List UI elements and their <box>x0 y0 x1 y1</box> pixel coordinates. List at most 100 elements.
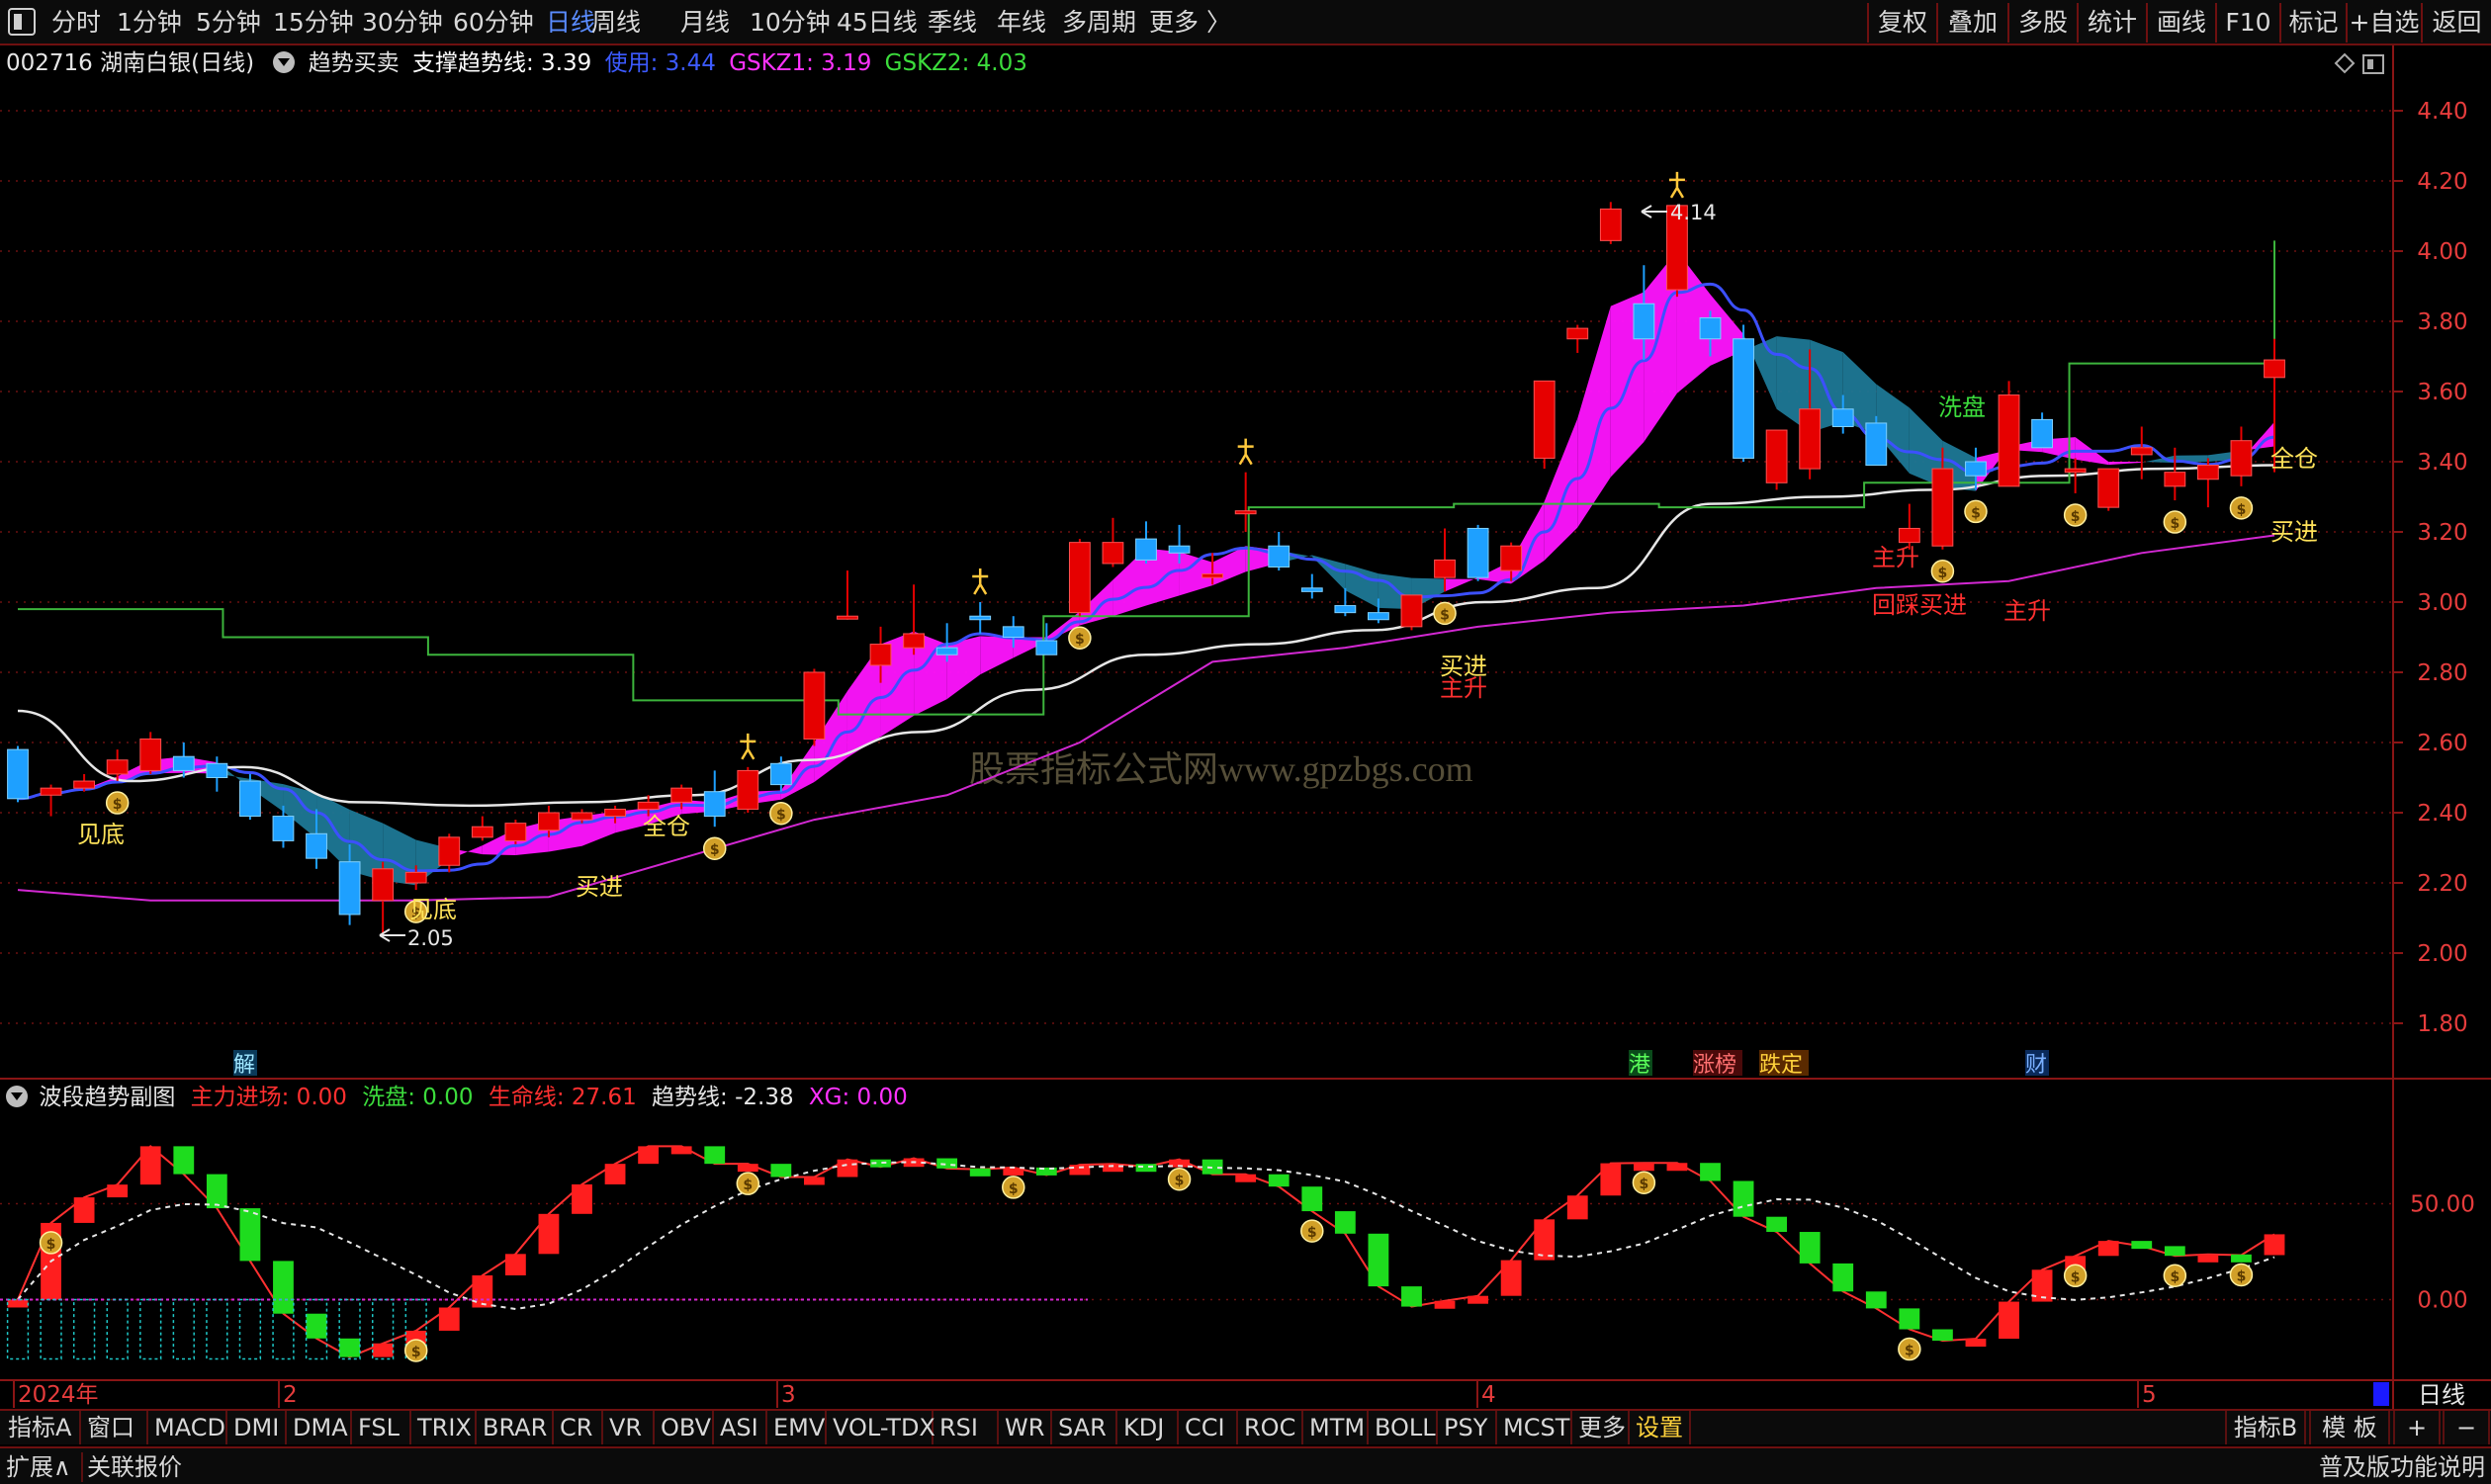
candle-body <box>2196 465 2219 480</box>
linked-quote-button[interactable]: 关联报价 <box>87 1450 182 1484</box>
indicator-tab[interactable]: ASI <box>714 1411 767 1444</box>
indicator-tab[interactable]: CR <box>554 1411 603 1444</box>
scroll-indicator[interactable] <box>2373 1382 2389 1406</box>
sub-bar <box>538 1213 560 1255</box>
template-tab[interactable]: 指标B <box>2225 1411 2306 1444</box>
price-axis: 4.40 4.20 4.00 3.80 3.60 3.40 3.20 3.00 2.80 2.60… <box>2393 99 2468 1037</box>
panel-toggle-inner <box>2367 59 2373 69</box>
wash-value: 洗盘: 0.00 <box>362 1085 474 1110</box>
indicator-tab[interactable]: BRAR <box>477 1411 554 1444</box>
sub-axis-label: 50.00 <box>2410 1192 2475 1218</box>
life-line-value: 生命线: 27.61 <box>488 1085 637 1110</box>
candle-body <box>1865 422 1888 467</box>
label-zhusheng-2: 主升 <box>1872 544 1919 571</box>
cyan-box <box>72 1298 96 1360</box>
candle-body <box>769 762 792 786</box>
sub-bar <box>173 1146 195 1175</box>
indicator-tab[interactable]: 窗口 <box>81 1411 148 1444</box>
candle-body <box>272 816 295 841</box>
sub-bar <box>2164 1246 2185 1257</box>
sub-bar <box>73 1197 95 1223</box>
sub-bar <box>704 1146 726 1165</box>
candle-body <box>1931 468 1954 547</box>
template-tab[interactable]: − <box>2443 1411 2490 1444</box>
indicator-tab[interactable]: CCI <box>1179 1411 1238 1444</box>
indicator-tab[interactable]: VOL-TDX <box>827 1411 935 1444</box>
candle-body <box>1500 545 1523 571</box>
candle-body <box>1201 573 1224 578</box>
person-icon <box>1237 438 1254 466</box>
indicator-tab[interactable]: 指标A <box>2 1411 81 1444</box>
sub-dropdown-icon[interactable] <box>6 1085 28 1107</box>
indicator-tab[interactable]: DMA <box>287 1411 352 1444</box>
sub-bar <box>339 1338 360 1357</box>
template-tab[interactable]: + <box>2393 1411 2441 1444</box>
indicator-tab[interactable]: MACD <box>148 1411 227 1444</box>
money-bag-symbol: $ <box>2170 1269 2180 1285</box>
candle-body <box>1799 408 1822 470</box>
ribbon-segment <box>980 636 1014 675</box>
candle-body <box>1467 527 1489 578</box>
sub-bar <box>1799 1232 1821 1264</box>
candle-body <box>73 780 96 789</box>
indicator-tab[interactable]: 更多 <box>1572 1411 1630 1444</box>
axis-label: 3.40 <box>2417 450 2467 476</box>
cyan-box <box>106 1298 129 1360</box>
indicator-tab[interactable]: TRIX <box>411 1411 477 1444</box>
candle-body <box>7 748 29 800</box>
money-bag-symbol: $ <box>411 1345 421 1360</box>
price-chart[interactable]: 4.40 4.20 4.00 3.80 3.60 3.40 3.20 3.00 2.80 2.60… <box>0 0 2491 1409</box>
date-label: 4 <box>1481 1382 1496 1408</box>
stock-chart-app: { "toolbar": { "periods": ["分时","1分钟","5… <box>0 0 2491 1484</box>
help-link[interactable]: 普及版功能说明 <box>2319 1450 2485 1484</box>
sub-bar <box>139 1146 161 1185</box>
sub-bar <box>1500 1260 1522 1296</box>
sub-bar <box>1135 1164 1157 1173</box>
indicator-tab[interactable]: WR <box>999 1411 1052 1444</box>
sub-bar <box>504 1254 526 1276</box>
indicator-tab[interactable]: KDJ <box>1117 1411 1179 1444</box>
indicator-tab[interactable]: MTM <box>1303 1411 1369 1444</box>
money-bag-symbol: $ <box>2237 1268 2247 1284</box>
candle-body <box>504 823 527 841</box>
axis-label: 4.00 <box>2417 239 2467 265</box>
candle-body <box>306 832 327 859</box>
sub-bar <box>306 1313 327 1339</box>
indicator-tab[interactable]: RSI <box>934 1411 999 1444</box>
indicator-tab[interactable]: FSL <box>352 1411 411 1444</box>
sub-bar <box>770 1164 792 1178</box>
indicator-tab[interactable]: ROC <box>1238 1411 1303 1444</box>
template-tab[interactable]: 模 板 <box>2309 1411 2390 1444</box>
indicator-tab[interactable]: BOLL <box>1369 1411 1438 1444</box>
indicator-tab[interactable]: 设置 <box>1630 1411 1691 1444</box>
candle-body <box>604 808 626 818</box>
sub-bar <box>1368 1233 1389 1287</box>
candle-body <box>1633 303 1655 340</box>
candle-body <box>1400 594 1423 628</box>
sub-bar <box>1999 1301 2019 1340</box>
diamond-icon[interactable] <box>2334 52 2356 74</box>
expand-button[interactable]: 扩展∧ <box>6 1450 71 1484</box>
sub-indicator-name[interactable]: 波段趋势副图 <box>39 1085 175 1110</box>
candle-body <box>1566 327 1589 340</box>
indicator-tab[interactable]: OBV <box>655 1411 714 1444</box>
sub-indicator-bars: $ $ $ $ $ $ $ $ $ $ $ <box>0 1144 2285 1362</box>
date-label: 3 <box>781 1382 796 1408</box>
candle-body <box>1002 626 1024 638</box>
indicator-tab[interactable]: EMV <box>767 1411 827 1444</box>
sub-bar <box>1566 1195 1588 1220</box>
candle-body <box>1268 545 1290 568</box>
sub-bar <box>1865 1291 1887 1309</box>
candle-body <box>1965 461 1987 477</box>
sub-indicator-info: 波段趋势副图 主力进场: 0.00 洗盘: 0.00 生命线: 27.61 趋势… <box>0 1081 908 1114</box>
event-gang-text: 港 <box>1629 1053 1650 1078</box>
indicator-tab[interactable]: SAR <box>1052 1411 1117 1444</box>
indicator-tab[interactable]: MCST <box>1497 1411 1572 1444</box>
candle-body <box>1533 380 1556 459</box>
indicator-tab[interactable]: DMI <box>227 1411 287 1444</box>
date-axis: 2024年 2 3 4 5 <box>13 1380 2157 1408</box>
indicator-tab[interactable]: VR <box>603 1411 655 1444</box>
candle-body <box>2130 447 2153 456</box>
indicator-tab[interactable]: PSY <box>1438 1411 1497 1444</box>
sub-bar <box>2264 1234 2285 1256</box>
